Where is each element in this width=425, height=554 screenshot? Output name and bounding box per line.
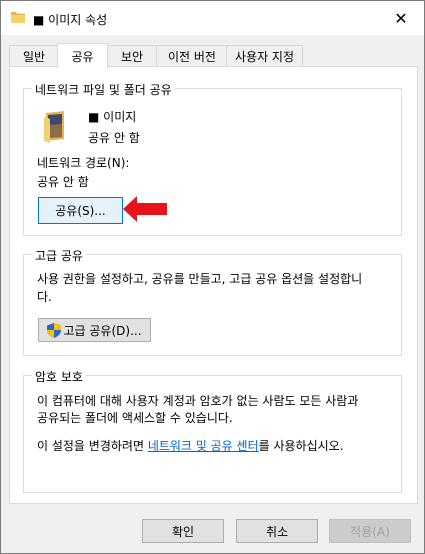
network-share-group-title: 네트워크 파일 및 폴더 공유 (32, 81, 175, 98)
shared-folder-icon (44, 111, 64, 143)
window-title: ■ 이미지 속성 (33, 13, 108, 27)
close-button[interactable]: ✕ (378, 1, 424, 35)
password-protection-group-title: 암호 보호 (32, 368, 86, 385)
tab-general[interactable]: 일반 (9, 45, 59, 67)
tab-security[interactable]: 보안 (106, 45, 158, 67)
advanced-share-button[interactable]: 고급 공유(D)... (38, 318, 151, 342)
password-protection-description-line2: 공유되는 폴더에 액세스할 수 있습니다. (37, 411, 233, 425)
share-button[interactable]: 공유(S)... (38, 197, 123, 224)
network-path-value: 공유 안 함 (37, 175, 89, 189)
network-sharing-center-link[interactable]: 네트워크 및 공유 센터 (148, 439, 259, 453)
cancel-button[interactable]: 취소 (236, 519, 318, 543)
tab-customize[interactable]: 사용자 지정 (226, 45, 303, 67)
close-icon: ✕ (394, 8, 408, 28)
tab-sharing[interactable]: 공유 (57, 43, 108, 68)
advanced-share-group-title: 고급 공유 (32, 247, 86, 264)
password-protection-description-line1: 이 컴퓨터에 대해 사용자 계정과 암호가 없는 사람도 모든 사람과 (37, 394, 359, 408)
apply-button[interactable]: 적용(A) (329, 519, 411, 543)
uac-shield-icon (47, 322, 62, 338)
folder-icon (11, 12, 25, 23)
change-setting-text: 이 설정을 변경하려면 네트워크 및 공유 센터를 사용하십시오. (37, 439, 344, 453)
folder-name: ■ 이미지 (88, 110, 137, 124)
properties-window: ■ 이미지 속성 ✕ 일반 공유 보안 이전 버전 사용자 지정 네트워크 파일… (0, 0, 425, 554)
advanced-share-description-line1: 사용 권한을 설정하고, 공유를 만들고, 고급 공유 옵션을 설정합니 (37, 272, 363, 286)
ok-button[interactable]: 확인 (142, 519, 224, 543)
folder-share-status: 공유 안 함 (88, 131, 140, 145)
tab-previous-versions[interactable]: 이전 버전 (156, 45, 228, 67)
sharing-panel: 네트워크 파일 및 폴더 공유 ■ 이미지 공유 안 함 네트워크 경로(N):… (9, 66, 418, 504)
network-path-label: 네트워크 경로(N): (37, 156, 130, 170)
title-bar: ■ 이미지 속성 ✕ (1, 1, 424, 35)
red-arrow-icon (123, 196, 167, 222)
advanced-share-description-line2: 다. (37, 290, 52, 304)
